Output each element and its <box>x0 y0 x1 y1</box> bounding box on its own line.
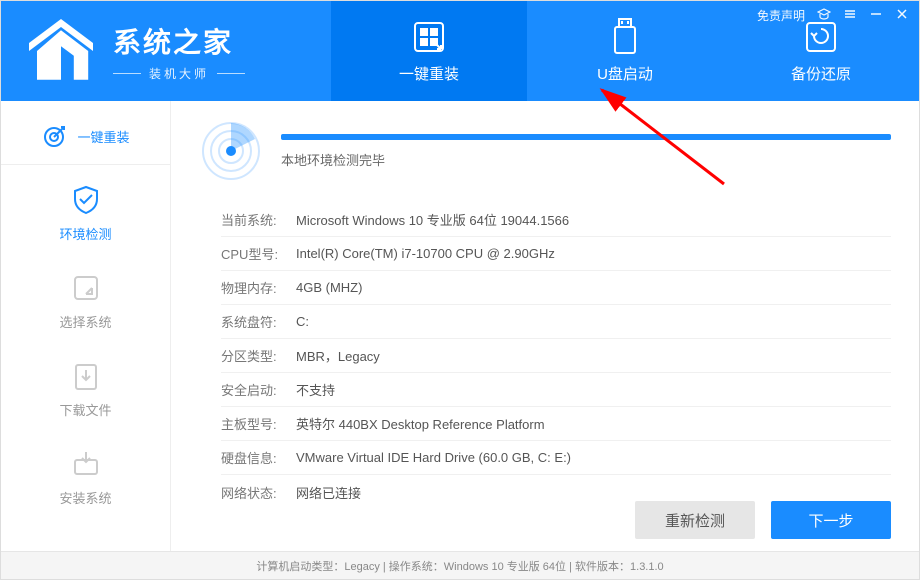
info-label: 硬盘信息: <box>221 448 296 467</box>
progress-col: 本地环境检测完毕 <box>281 134 891 169</box>
main-panel: 本地环境检测完毕 当前系统:Microsoft Windows 10 专业版 6… <box>171 101 919 551</box>
sidebar: 一键重装 环境检测 选择系统 下载文件 安装系统 <box>1 101 171 551</box>
tab-label: U盘启动 <box>597 63 653 84</box>
info-label: 物理内存: <box>221 278 296 297</box>
info-row: 分区类型:MBR，Legacy <box>221 339 891 373</box>
info-value: Microsoft Windows 10 专业版 64位 19044.1566 <box>296 210 569 229</box>
tab-reinstall[interactable]: 一键重装 <box>331 1 527 101</box>
radar-icon <box>199 119 263 183</box>
info-value: 英特尔 440BX Desktop Reference Platform <box>296 414 545 433</box>
progress-label: 本地环境检测完毕 <box>281 150 891 169</box>
info-label: 分区类型: <box>221 346 296 365</box>
next-button[interactable]: 下一步 <box>771 501 891 539</box>
info-row: CPU型号:Intel(R) Core(TM) i7-10700 CPU @ 2… <box>221 237 891 271</box>
header: 系统之家 装机大师 一键重装 U盘启动 <box>1 1 919 101</box>
graduate-icon[interactable] <box>817 7 831 24</box>
sidebar-item-label: 环境检测 <box>59 224 111 243</box>
info-label: 系统盘符: <box>221 312 296 331</box>
sidebar-item-reinstall[interactable]: 一键重装 <box>1 109 170 165</box>
window-controls: 免责声明 <box>757 7 909 24</box>
menu-icon[interactable] <box>843 7 857 24</box>
info-label: 网络状态: <box>221 483 296 502</box>
install-icon <box>70 448 102 480</box>
info-label: 安全启动: <box>221 380 296 399</box>
close-icon[interactable] <box>895 7 909 24</box>
info-row: 安全启动:不支持 <box>221 373 891 407</box>
windows-cursor-icon <box>411 19 447 55</box>
logo-text: 系统之家 装机大师 <box>113 21 245 82</box>
sidebar-item-label: 一键重装 <box>77 127 129 146</box>
sidebar-item-label: 选择系统 <box>59 312 111 331</box>
download-icon <box>70 360 102 392</box>
progress-row: 本地环境检测完毕 <box>199 119 891 183</box>
sidebar-item-env-check[interactable]: 环境检测 <box>1 169 170 257</box>
target-icon <box>41 124 67 150</box>
logo-area: 系统之家 装机大师 <box>1 1 331 101</box>
sidebar-item-label: 下载文件 <box>59 400 111 419</box>
app-window: 系统之家 装机大师 一键重装 U盘启动 <box>0 0 920 580</box>
house-logo-icon <box>21 11 101 91</box>
sidebar-item-label: 安装系统 <box>59 488 111 507</box>
system-info-list: 当前系统:Microsoft Windows 10 专业版 64位 19044.… <box>221 203 891 509</box>
info-label: CPU型号: <box>221 244 296 263</box>
info-row: 主板型号:英特尔 440BX Desktop Reference Platfor… <box>221 407 891 441</box>
tab-usb-boot[interactable]: U盘启动 <box>527 1 723 101</box>
info-value: VMware Virtual IDE Hard Drive (60.0 GB, … <box>296 450 571 465</box>
select-os-icon <box>70 272 102 304</box>
progress-bar <box>281 134 891 140</box>
tab-label: 一键重装 <box>399 63 459 84</box>
info-value: 不支持 <box>296 380 335 399</box>
body: 一键重装 环境检测 选择系统 下载文件 安装系统 <box>1 101 919 551</box>
sidebar-item-install[interactable]: 安装系统 <box>1 433 170 521</box>
disclaimer-link[interactable]: 免责声明 <box>757 7 805 24</box>
usb-drive-icon <box>607 19 643 55</box>
shield-check-icon <box>70 184 102 216</box>
action-buttons: 重新检测 下一步 <box>635 501 891 539</box>
info-value: 网络已连接 <box>296 483 361 502</box>
info-value: MBR，Legacy <box>296 346 380 365</box>
recheck-button[interactable]: 重新检测 <box>635 501 755 539</box>
app-subtitle: 装机大师 <box>149 65 209 82</box>
info-row: 硬盘信息:VMware Virtual IDE Hard Drive (60.0… <box>221 441 891 475</box>
app-title: 系统之家 <box>113 21 245 61</box>
info-value: C: <box>296 314 309 329</box>
info-label: 主板型号: <box>221 414 296 433</box>
info-value: Intel(R) Core(TM) i7-10700 CPU @ 2.90GHz <box>296 246 555 261</box>
minimize-icon[interactable] <box>869 7 883 24</box>
info-value: 4GB (MHZ) <box>296 280 362 295</box>
footer-status: 计算机启动类型：Legacy | 操作系统：Windows 10 专业版 64位… <box>1 551 919 579</box>
info-row: 当前系统:Microsoft Windows 10 专业版 64位 19044.… <box>221 203 891 237</box>
sidebar-item-select-os[interactable]: 选择系统 <box>1 257 170 345</box>
sidebar-item-download[interactable]: 下载文件 <box>1 345 170 433</box>
info-row: 物理内存:4GB (MHZ) <box>221 271 891 305</box>
tab-label: 备份还原 <box>791 63 851 84</box>
info-label: 当前系统: <box>221 210 296 229</box>
info-row: 系统盘符:C: <box>221 305 891 339</box>
app-subtitle-wrap: 装机大师 <box>113 65 245 82</box>
